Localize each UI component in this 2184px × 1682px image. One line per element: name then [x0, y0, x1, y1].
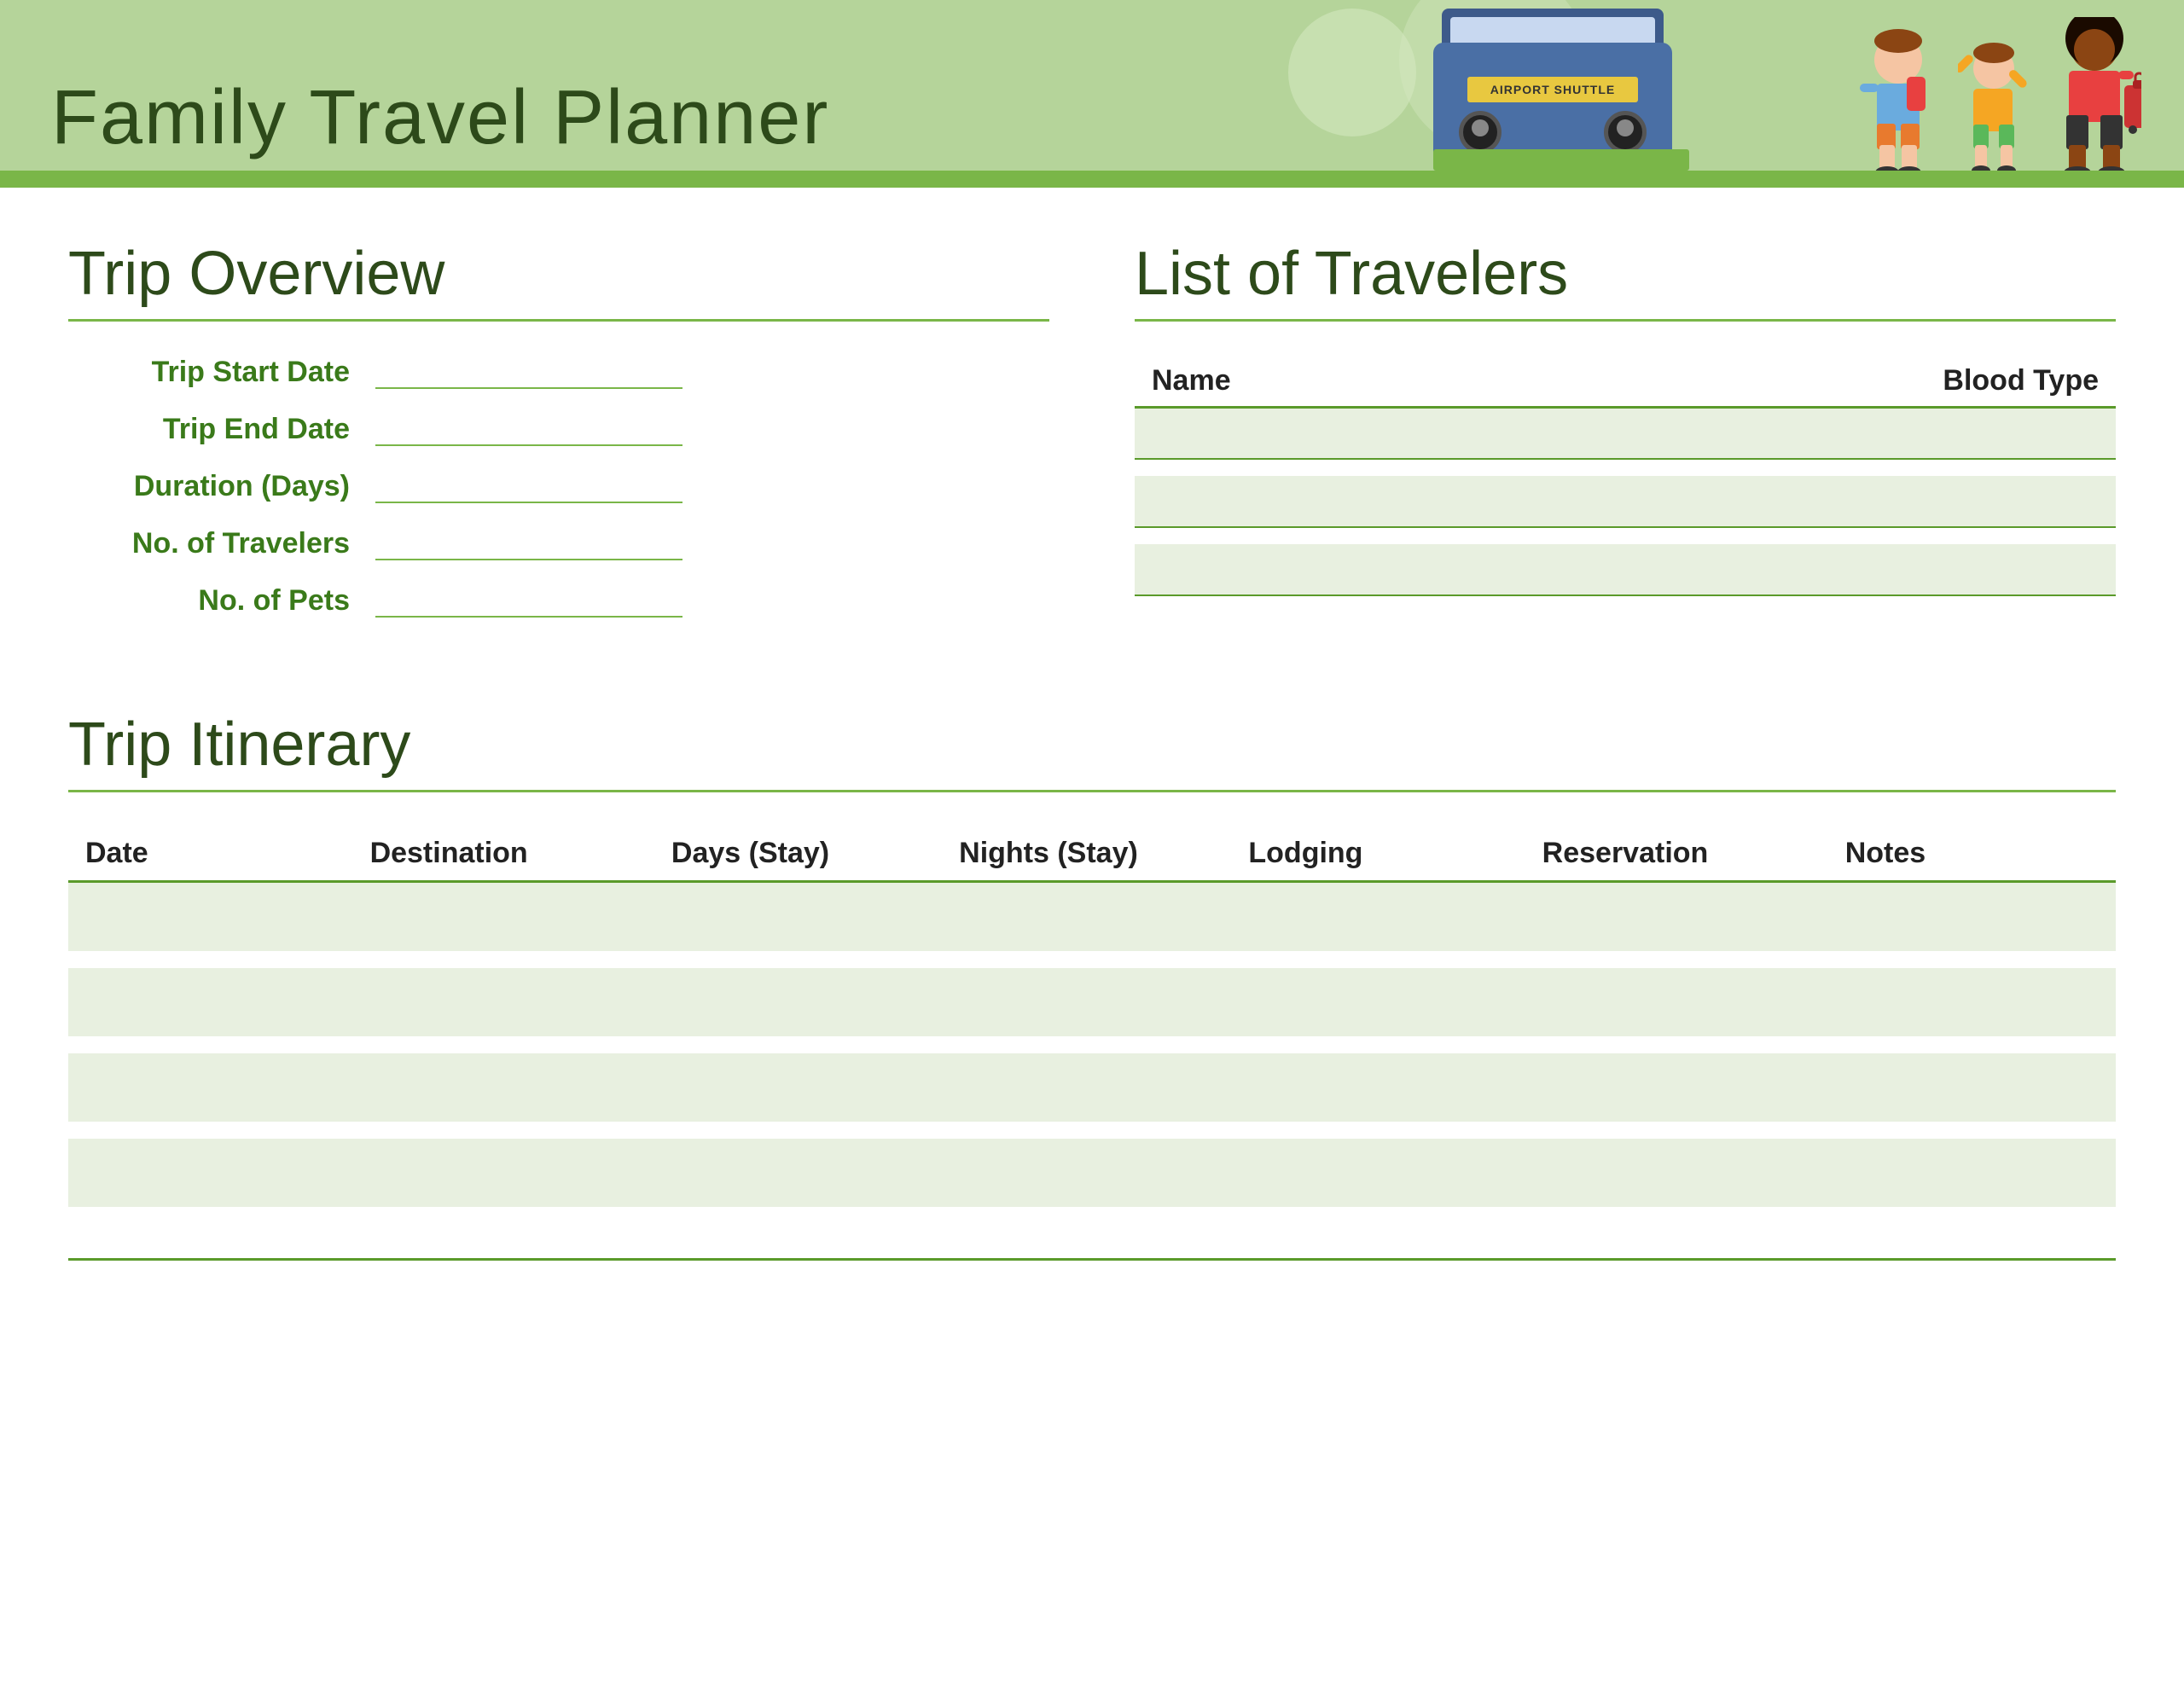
- traveler-name-2[interactable]: [1135, 476, 1625, 527]
- duration-input[interactable]: [375, 473, 682, 503]
- travelers-title: List of Travelers: [1135, 239, 2116, 322]
- person-2: [1958, 43, 2030, 179]
- itinerary-header-row: Date Destination Days (Stay) Nights (Sta…: [68, 826, 2116, 882]
- person-1: [1856, 26, 1941, 179]
- traveler-spacer-2: [1135, 527, 2116, 544]
- app-title: Family Travel Planner: [51, 74, 829, 162]
- table-row: [1135, 459, 2116, 476]
- itinerary-section: Trip Itinerary Date Destination Days (St…: [68, 710, 2116, 1261]
- table-row: [1135, 544, 2116, 595]
- itin-dest-2[interactable]: [353, 968, 654, 1036]
- itin-dest-1[interactable]: [353, 882, 654, 952]
- table-row: [68, 882, 2116, 952]
- table-row: [68, 968, 2116, 1036]
- travelers-table: Name Blood Type: [1135, 356, 2116, 596]
- table-row: [68, 1139, 2116, 1207]
- itin-date-1[interactable]: [68, 882, 353, 952]
- trip-overview-section: Trip Overview Trip Start Date Trip End D…: [68, 239, 1049, 641]
- table-row: [68, 951, 2116, 968]
- bus-sign-text: AIRPORT SHUTTLE: [1490, 83, 1615, 96]
- num-travelers-input[interactable]: [375, 530, 682, 560]
- num-travelers-label: No. of Travelers: [68, 527, 375, 560]
- itin-notes-4[interactable]: [1828, 1139, 2116, 1207]
- header: Family Travel Planner AIRPORT SHUTTLE: [0, 0, 2184, 188]
- itin-date-2[interactable]: [68, 968, 353, 1036]
- traveler-spacer-1: [1135, 459, 2116, 476]
- itin-nights-2[interactable]: [942, 968, 1231, 1036]
- trip-end-date-row: Trip End Date: [68, 413, 1049, 446]
- num-pets-input[interactable]: [375, 587, 682, 618]
- itin-col-date: Date: [68, 826, 353, 882]
- itin-notes-1[interactable]: [1828, 882, 2116, 952]
- num-pets-label: No. of Pets: [68, 584, 375, 618]
- trip-start-date-label: Trip Start Date: [68, 356, 375, 389]
- itin-spacer-2: [68, 1036, 2116, 1053]
- overview-travelers-section: Trip Overview Trip Start Date Trip End D…: [68, 239, 2116, 641]
- travelers-col-blood: Blood Type: [1625, 356, 2116, 408]
- itin-lodging-1[interactable]: [1231, 882, 1525, 952]
- itin-lodging-4[interactable]: [1231, 1139, 1525, 1207]
- traveler-blood-1[interactable]: [1625, 408, 2116, 459]
- traveler-blood-2[interactable]: [1625, 476, 2116, 527]
- itin-lodging-2[interactable]: [1231, 968, 1525, 1036]
- itin-nights-1[interactable]: [942, 882, 1231, 952]
- table-row: [68, 1036, 2116, 1053]
- itin-days-3[interactable]: [654, 1053, 942, 1122]
- table-row: [68, 1053, 2116, 1122]
- itin-reservation-4[interactable]: [1525, 1139, 1828, 1207]
- itin-dest-3[interactable]: [353, 1053, 654, 1122]
- header-grass: [0, 171, 2184, 188]
- itin-days-4[interactable]: [654, 1139, 942, 1207]
- itin-spacer-1: [68, 951, 2116, 968]
- person-3: [2048, 17, 2141, 179]
- bus-illustration: AIRPORT SHUTTLE: [1433, 9, 1689, 179]
- table-row: [68, 1122, 2116, 1139]
- traveler-blood-3[interactable]: [1625, 544, 2116, 595]
- traveler-name-3[interactable]: [1135, 544, 1625, 595]
- trip-start-date-input[interactable]: [375, 358, 682, 389]
- itin-nights-3[interactable]: [942, 1053, 1231, 1122]
- travelers-header-row: Name Blood Type: [1135, 356, 2116, 408]
- itin-spacer-3: [68, 1122, 2116, 1139]
- duration-label: Duration (Days): [68, 470, 375, 503]
- itin-nights-4[interactable]: [942, 1139, 1231, 1207]
- itin-col-nights: Nights (Stay): [942, 826, 1231, 882]
- itin-reservation-1[interactable]: [1525, 882, 1828, 952]
- table-row: [1135, 476, 2116, 527]
- itinerary-title: Trip Itinerary: [68, 710, 2116, 792]
- num-travelers-row: No. of Travelers: [68, 527, 1049, 560]
- decorative-circle-2: [1288, 9, 1416, 136]
- itinerary-table: Date Destination Days (Stay) Nights (Sta…: [68, 826, 2116, 1207]
- table-row: [1135, 408, 2116, 459]
- table-row: [1135, 527, 2116, 544]
- num-pets-row: No. of Pets: [68, 584, 1049, 618]
- itin-date-4[interactable]: [68, 1139, 353, 1207]
- trip-end-date-input[interactable]: [375, 415, 682, 446]
- itin-notes-3[interactable]: [1828, 1053, 2116, 1122]
- itin-col-lodging: Lodging: [1231, 826, 1525, 882]
- main-content: Trip Overview Trip Start Date Trip End D…: [0, 188, 2184, 1312]
- itin-days-2[interactable]: [654, 968, 942, 1036]
- itin-reservation-3[interactable]: [1525, 1053, 1828, 1122]
- itin-lodging-3[interactable]: [1231, 1053, 1525, 1122]
- trip-overview-title: Trip Overview: [68, 239, 1049, 322]
- travelers-col-name: Name: [1135, 356, 1625, 408]
- travelers-section: List of Travelers Name Blood Type: [1135, 239, 2116, 641]
- trip-end-date-label: Trip End Date: [68, 413, 375, 446]
- itin-dest-4[interactable]: [353, 1139, 654, 1207]
- itin-reservation-2[interactable]: [1525, 968, 1828, 1036]
- itin-date-3[interactable]: [68, 1053, 353, 1122]
- itin-col-destination: Destination: [353, 826, 654, 882]
- people-illustration: [1856, 17, 2141, 179]
- duration-row: Duration (Days): [68, 470, 1049, 503]
- itin-col-reservation: Reservation: [1525, 826, 1828, 882]
- itin-notes-2[interactable]: [1828, 968, 2116, 1036]
- trip-start-date-row: Trip Start Date: [68, 356, 1049, 389]
- itin-days-1[interactable]: [654, 882, 942, 952]
- itin-col-notes: Notes: [1828, 826, 2116, 882]
- bottom-divider: [68, 1258, 2116, 1261]
- traveler-name-1[interactable]: [1135, 408, 1625, 459]
- itin-col-days: Days (Stay): [654, 826, 942, 882]
